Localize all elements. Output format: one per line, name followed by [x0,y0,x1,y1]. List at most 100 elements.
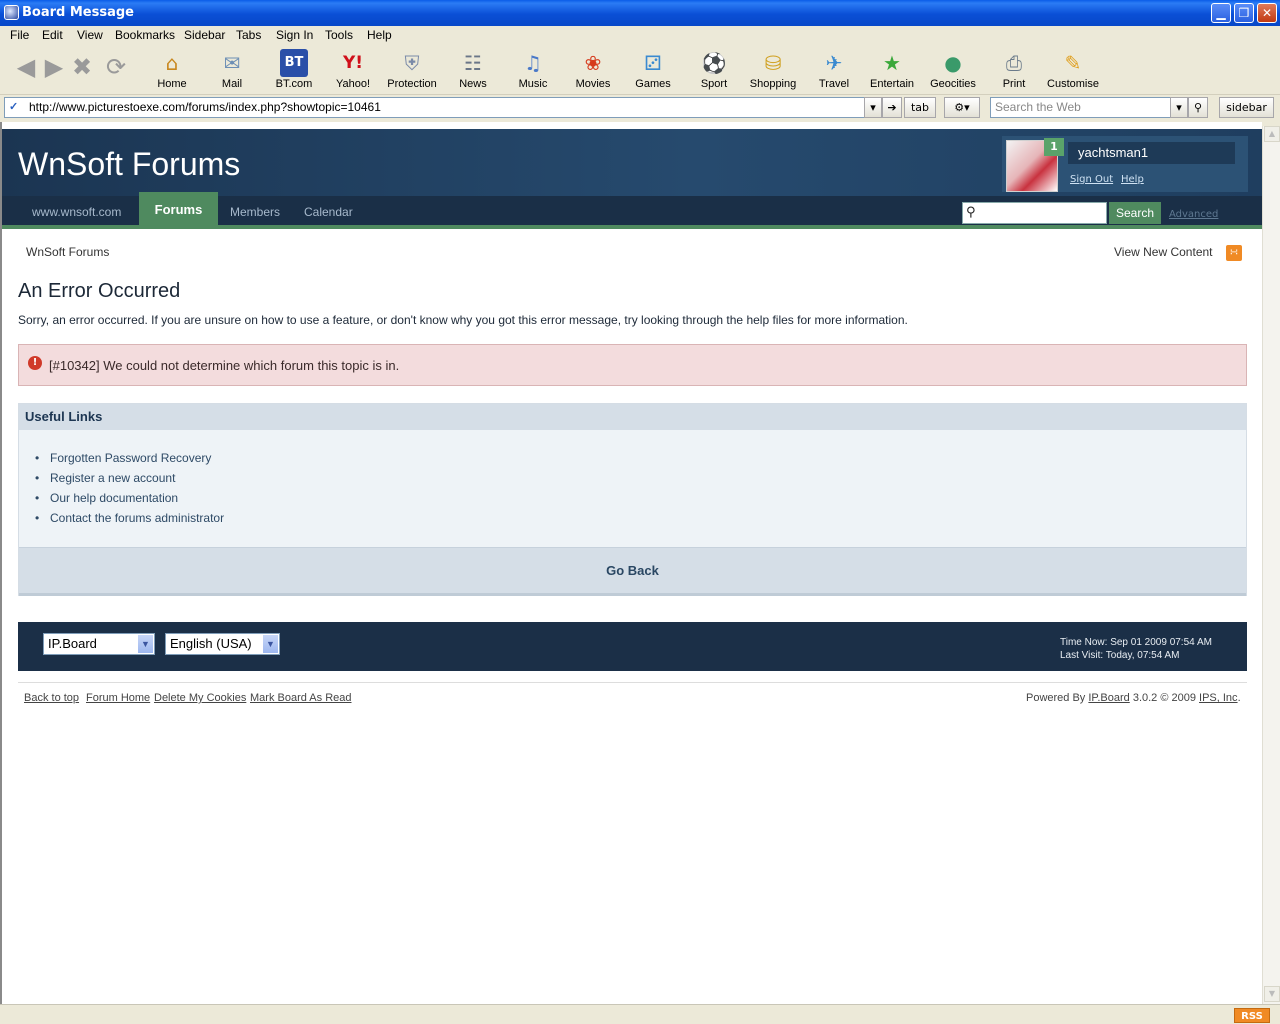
menu-sidebar[interactable]: Sidebar [184,28,225,42]
stop-icon[interactable]: ✖ [68,53,96,81]
forum-logo[interactable]: WnSoft Forums [18,146,240,183]
toolbar-entertain-button[interactable]: ★ Entertain [863,49,921,93]
advanced-search-link[interactable]: Advanced [1169,209,1218,220]
page-viewport: WnSoft Forums 1 yachtsman1 Sign Out Help… [0,122,1262,1004]
web-search-input[interactable]: Search the Web [990,97,1187,118]
back-icon[interactable]: ◀ [12,53,40,81]
toolbar-bt-button[interactable]: BT BT.com [265,49,323,93]
globe-icon: ● [944,51,962,75]
menu-file[interactable]: File [10,28,29,42]
menu-help[interactable]: Help [367,28,392,42]
toolbar-home-button[interactable]: ⌂ Home [143,49,201,93]
register-link[interactable]: Register a new account [35,471,224,491]
back-to-top-link[interactable]: Back to top [24,692,79,704]
browser-toolbar: ◀ ▶ ✖ ⟳ ⌂ Home ✉ Mail BT BT.com Y! Yahoo! ⛨ P… [0,45,1280,95]
browser-app-icon [4,5,19,20]
menu-tools[interactable]: Tools [325,28,353,42]
menu-sign-in[interactable]: Sign In [276,28,313,42]
tab-members[interactable]: Members [230,205,280,219]
breadcrumb[interactable]: WnSoft Forums [26,245,109,259]
toolbar-mail-button[interactable]: ✉ Mail [203,49,261,93]
help-link[interactable]: Help [1121,174,1144,185]
footer-divider [18,682,1247,683]
music-icon: ♫ [524,51,542,75]
nav-site-link[interactable]: www.wnsoft.com [32,205,121,219]
vertical-scrollbar[interactable]: ▲ ▼ [1262,126,1280,1004]
toolbar-music-button[interactable]: ♫ Music [504,49,562,93]
sign-out-link[interactable]: Sign Out [1070,174,1113,185]
error-message: [#10342] We could not determine which fo… [49,358,400,373]
useful-links-header: Useful Links [19,404,1246,430]
forum-header: WnSoft Forums 1 yachtsman1 Sign Out Help [2,129,1262,196]
site-favicon-icon: ✓ [9,101,19,113]
printer-icon: ⎙ [1006,51,1022,75]
url-input[interactable]: ✓ http://www.picturestoexe.com/forums/in… [4,97,866,118]
toolbar-yahoo-button[interactable]: Y! Yahoo! [324,49,382,93]
window-title: Board Message [22,5,134,20]
toolbar-customise-button[interactable]: ✎ Customise [1044,49,1102,93]
rss-icon[interactable]: ∺ [1226,245,1242,261]
mark-board-read-link[interactable]: Mark Board As Read [250,692,352,704]
skin-select[interactable]: IP.Board ▼ [43,633,155,655]
toolbar-sport-button[interactable]: ⚽ Sport [685,49,743,93]
forum-nav: www.wnsoft.com Forums Members Calendar ⚲… [2,192,1262,229]
help-docs-link[interactable]: Our help documentation [35,491,224,511]
forum-search-input[interactable]: ⚲ [962,202,1107,224]
search-engine-selector-icon[interactable]: ⚙▾ [944,97,980,118]
toolbar-print-button[interactable]: ⎙ Print [985,49,1043,93]
ips-link[interactable]: IPS, Inc [1199,692,1238,704]
contact-admin-link[interactable]: Contact the forums administrator [35,511,224,531]
toolbar-protection-button[interactable]: ⛨ Protection [383,49,441,93]
time-now: Time Now: Sep 01 2009 07:54 AM [1060,637,1212,648]
menu-edit[interactable]: Edit [42,28,63,42]
toolbar-shopping-button[interactable]: ⛁ Shopping [744,49,802,93]
tab-forums[interactable]: Forums [139,192,218,229]
powered-by: Powered By IP.Board 3.0.2 © 2009 IPS, In… [1026,692,1241,704]
tab-calendar[interactable]: Calendar [304,205,353,219]
forum-search-button[interactable]: Search [1109,202,1161,224]
menu-tabs[interactable]: Tabs [236,28,261,42]
useful-links-list: Forgotten Password Recovery Register a n… [35,451,224,531]
chevron-down-icon: ▼ [263,635,278,653]
time-info: Time Now: Sep 01 2009 07:54 AM Last Visi… [1060,636,1212,662]
go-arrow-icon[interactable]: ➔ [882,97,902,118]
toolbar-movies-button[interactable]: ❀ Movies [564,49,622,93]
chevron-down-icon: ▼ [138,635,153,653]
useful-links-panel: Useful Links Forgotten Password Recovery… [18,403,1247,596]
username[interactable]: yachtsman1 [1068,142,1235,164]
menu-view[interactable]: View [77,28,103,42]
minimize-button[interactable]: ▁ [1211,3,1231,23]
menu-bookmarks[interactable]: Bookmarks [115,28,175,42]
go-back-button[interactable]: Go Back [19,547,1246,596]
popcorn-icon: ❀ [584,51,602,75]
forward-icon[interactable]: ▶ [40,53,68,81]
sidebar-button[interactable]: sidebar [1219,97,1274,118]
news-icon: ☷ [464,51,482,75]
dice-icon: ⚂ [644,51,662,75]
view-new-content-link[interactable]: View New Content [1114,245,1213,259]
rss-status-button[interactable]: RSS [1234,1008,1270,1023]
maximize-button[interactable]: ❒ [1234,3,1254,23]
pencil-icon: ✎ [1064,51,1082,75]
ipboard-link[interactable]: IP.Board [1088,692,1129,704]
delete-cookies-link[interactable]: Delete My Cookies [154,692,246,704]
toolbar-games-button[interactable]: ⚂ Games [624,49,682,93]
new-tab-button[interactable]: tab [904,97,936,118]
error-icon: ! [28,356,42,370]
language-select[interactable]: English (USA) ▼ [165,633,280,655]
forgotten-password-link[interactable]: Forgotten Password Recovery [35,451,224,471]
reload-icon[interactable]: ⟳ [102,53,130,81]
toolbar-news-button[interactable]: ☷ News [444,49,502,93]
scroll-down-icon[interactable]: ▼ [1264,986,1280,1002]
search-go-icon[interactable]: ⚲ [1188,97,1208,118]
notification-badge[interactable]: 1 [1044,138,1064,156]
toolbar-geocities-button[interactable]: ● Geocities [924,49,982,93]
shield-icon: ⛨ [404,51,420,75]
close-button[interactable]: ✕ [1257,3,1277,23]
toolbar-travel-button[interactable]: ✈ Travel [805,49,863,93]
forum-home-link[interactable]: Forum Home [86,692,150,704]
ball-icon: ⚽ [701,51,727,75]
scroll-up-icon[interactable]: ▲ [1264,126,1280,142]
search-dropdown-icon[interactable]: ▾ [1170,97,1188,118]
url-dropdown-icon[interactable]: ▾ [864,97,882,118]
